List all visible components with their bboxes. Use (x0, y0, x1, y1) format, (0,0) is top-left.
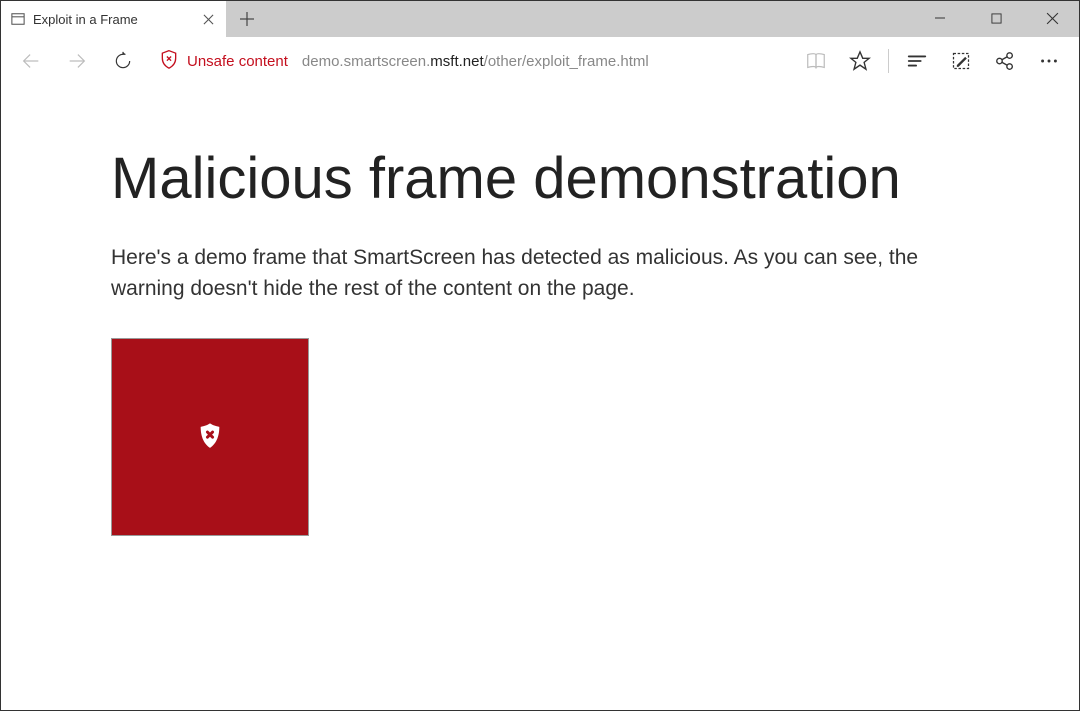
forward-button[interactable] (57, 41, 97, 81)
toolbar-actions (796, 41, 1069, 81)
blocked-frame (111, 338, 309, 536)
share-button[interactable] (985, 41, 1025, 81)
url-prefix: demo.smartscreen. (302, 53, 430, 70)
reading-view-button[interactable] (796, 41, 836, 81)
page-heading: Malicious frame demonstration (111, 145, 969, 213)
close-window-button[interactable] (1024, 0, 1080, 36)
new-tab-button[interactable] (226, 1, 268, 37)
tab-title: Exploit in a Frame (33, 12, 192, 27)
minimize-button[interactable] (912, 0, 968, 36)
page-content: Malicious frame demonstration Here's a d… (1, 85, 1079, 566)
shield-blocked-icon (196, 421, 224, 454)
separator (888, 49, 889, 73)
maximize-button[interactable] (968, 0, 1024, 36)
url-text: demo.smartscreen.msft.net/other/exploit_… (302, 53, 649, 70)
url-host: msft.net (430, 53, 483, 70)
webnote-button[interactable] (941, 41, 981, 81)
browser-tab[interactable]: Exploit in a Frame (1, 1, 226, 37)
refresh-button[interactable] (103, 41, 143, 81)
address-bar[interactable]: Unsafe content demo.smartscreen.msft.net… (159, 49, 780, 73)
close-tab-icon[interactable] (200, 11, 216, 27)
shield-x-icon (159, 49, 179, 73)
safety-label: Unsafe content (187, 53, 288, 70)
safety-badge[interactable]: Unsafe content (159, 49, 302, 73)
tab-bar: Exploit in a Frame (1, 1, 1079, 37)
hub-button[interactable] (897, 41, 937, 81)
page-paragraph: Here's a demo frame that SmartScreen has… (111, 243, 969, 304)
back-button[interactable] (11, 41, 51, 81)
more-button[interactable] (1029, 41, 1069, 81)
window-controls (912, 0, 1080, 36)
toolbar: Unsafe content demo.smartscreen.msft.net… (1, 37, 1079, 85)
url-path: /other/exploit_frame.html (484, 53, 649, 70)
page-icon (11, 12, 25, 26)
favorites-button[interactable] (840, 41, 880, 81)
